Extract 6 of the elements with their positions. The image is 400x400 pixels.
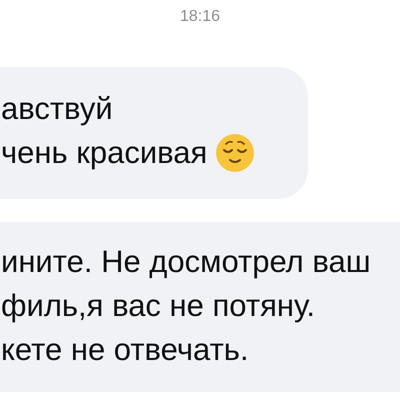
message-text: ините. Не досмотрел ваш: [1, 243, 371, 281]
message-text: авствуй: [1, 90, 113, 128]
message-time: 18:16: [180, 7, 220, 27]
message-text: филь,я вас не потяну.: [1, 287, 315, 325]
message-text: кете не отвечать.: [1, 331, 249, 369]
message-text: чень красивая: [1, 134, 208, 172]
